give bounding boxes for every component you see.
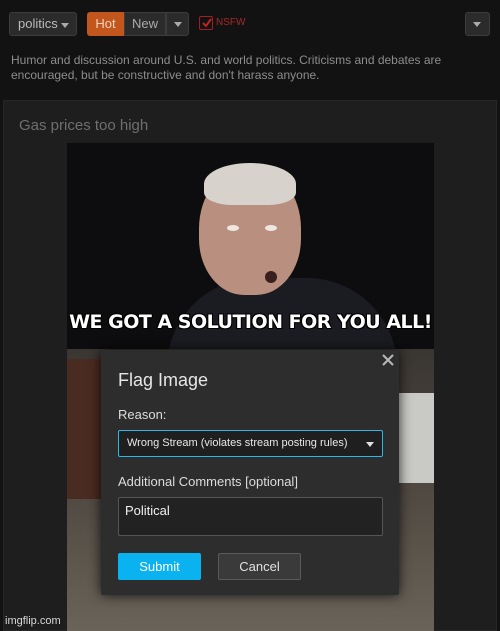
meme-photo-top: WE GOT A SOLUTION FOR YOU ALL! bbox=[67, 143, 434, 368]
meme-caption: WE GOT A SOLUTION FOR YOU ALL! bbox=[69, 311, 432, 333]
nsfw-label[interactable]: NSFW bbox=[216, 17, 245, 28]
dialog-title: Flag Image bbox=[118, 370, 209, 390]
chevron-down-icon bbox=[366, 442, 374, 447]
chevron-down-icon bbox=[174, 22, 182, 27]
top-bar: politics Hot New NSFW bbox=[0, 0, 500, 46]
sort-hot-button[interactable]: Hot bbox=[87, 12, 124, 36]
comments-label: Additional Comments [optional] bbox=[118, 474, 298, 489]
options-dropdown-button[interactable] bbox=[465, 12, 490, 36]
imgflip-watermark: imgflip.com bbox=[5, 615, 61, 627]
stream-description: Humor and discussion around U.S. and wor… bbox=[11, 53, 442, 82]
comments-textarea[interactable]: Political bbox=[118, 497, 383, 536]
stream-selector-button[interactable]: politics bbox=[9, 12, 77, 36]
cancel-button[interactable]: Cancel bbox=[218, 553, 301, 580]
submit-button[interactable]: Submit bbox=[118, 553, 201, 580]
stream-label: politics bbox=[18, 16, 58, 31]
sort-new-button[interactable]: New bbox=[124, 12, 166, 36]
reason-label: Reason: bbox=[118, 407, 167, 422]
chevron-down-icon bbox=[473, 22, 481, 27]
chevron-down-icon bbox=[61, 23, 69, 28]
reason-select[interactable]: Wrong Stream (violates stream posting ru… bbox=[118, 430, 383, 457]
reason-select-value: Wrong Stream (violates stream posting ru… bbox=[127, 437, 348, 449]
checkmark-icon bbox=[202, 18, 212, 28]
sort-dropdown-button[interactable] bbox=[166, 12, 189, 36]
meme-eye bbox=[227, 225, 239, 231]
post-title: Gas prices too high bbox=[19, 117, 149, 134]
meme-mouth bbox=[265, 271, 277, 283]
nsfw-checkbox[interactable] bbox=[199, 16, 213, 30]
meme-eye bbox=[265, 225, 277, 231]
close-icon[interactable] bbox=[381, 353, 395, 367]
meme-hair bbox=[204, 163, 296, 205]
